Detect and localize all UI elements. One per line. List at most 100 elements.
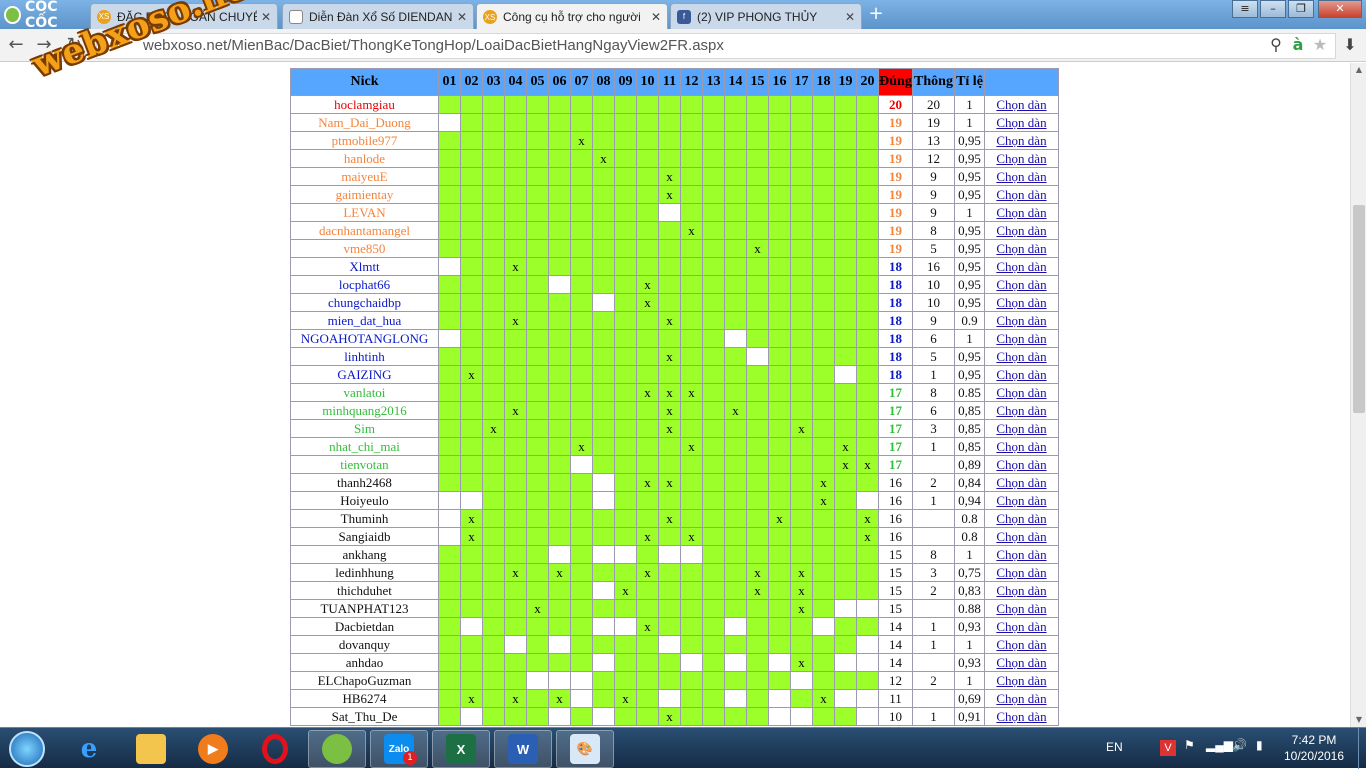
chon-dan-link[interactable]: Chọn dàn [984, 383, 1059, 402]
close-icon[interactable]: ✕ [845, 10, 855, 24]
taskbar-zalo[interactable]: Zalo 1 [370, 730, 428, 768]
chon-dan-link[interactable]: Chọn dàn [984, 599, 1059, 618]
dung-cell: 12 [878, 671, 913, 690]
battery-icon[interactable]: ▮ [1256, 738, 1263, 752]
coccoc-icon [322, 734, 352, 764]
download-icon[interactable]: ⬇ [1340, 33, 1360, 57]
tray-flag-icon[interactable]: ⚑ [1184, 738, 1195, 752]
chon-dan-link[interactable]: Chọn dàn [984, 419, 1059, 438]
chon-dan-link[interactable]: Chọn dàn [984, 95, 1059, 114]
chon-dan-link[interactable]: Chọn dàn [984, 653, 1059, 672]
page-scrollbar[interactable]: ▲ ▼ [1350, 63, 1366, 727]
day-cell [768, 185, 791, 204]
tab-dien-dan[interactable]: Diễn Đàn Xổ Số DIENDAN ✕ [282, 3, 474, 29]
day-cell [592, 347, 615, 366]
day-cell [592, 635, 615, 654]
nick-cell: LEVAN [290, 203, 439, 222]
taskbar-word[interactable]: W [494, 730, 552, 768]
taskbar-explorer[interactable] [122, 730, 180, 768]
day-cell [504, 473, 527, 492]
day-cell [482, 581, 505, 600]
chon-dan-link[interactable]: Chọn dàn [984, 707, 1059, 726]
tab-cong-cu[interactable]: XS Công cụ hỗ trợ cho người ✕ [476, 3, 668, 30]
taskbar-media[interactable]: ▶ [184, 730, 242, 768]
maximize-button[interactable]: ❐ [1288, 0, 1314, 18]
nick-cell: ELChapoGuzman [290, 671, 439, 690]
chon-dan-link[interactable]: Chọn dàn [984, 203, 1059, 222]
chon-dan-link[interactable]: Chọn dàn [984, 365, 1059, 384]
chon-dan-link[interactable]: Chọn dàn [984, 491, 1059, 510]
zoom-search-icon[interactable]: ⚲ [1266, 33, 1286, 57]
taskbar-opera[interactable] [246, 730, 304, 768]
day-cell [526, 257, 549, 276]
day-cell [482, 275, 505, 294]
chon-dan-link[interactable]: Chọn dàn [984, 581, 1059, 600]
header-day: 19 [834, 68, 857, 96]
chon-dan-link[interactable]: Chọn dàn [984, 545, 1059, 564]
close-icon[interactable]: ✕ [261, 10, 271, 24]
day-cell [636, 329, 659, 348]
chon-dan-link[interactable]: Chọn dàn [984, 635, 1059, 654]
chon-dan-link[interactable]: Chọn dàn [984, 437, 1059, 456]
chon-dan-link[interactable]: Chọn dàn [984, 527, 1059, 546]
chon-dan-link[interactable]: Chọn dàn [984, 689, 1059, 708]
day-cell [614, 707, 637, 726]
chon-dan-link[interactable]: Chọn dàn [984, 311, 1059, 330]
chon-dan-link[interactable]: Chọn dàn [984, 671, 1059, 690]
table-row: locphat66 x 18 10 0,95 Chọn dàn [290, 275, 1059, 294]
settings-button[interactable]: ≡ [1232, 0, 1258, 18]
chon-dan-link[interactable]: Chọn dàn [984, 329, 1059, 348]
network-icon[interactable]: ▂▄▆ [1206, 738, 1233, 752]
chon-dan-link[interactable]: Chọn dàn [984, 113, 1059, 132]
chon-dan-link[interactable]: Chọn dàn [984, 167, 1059, 186]
chon-dan-link[interactable]: Chọn dàn [984, 131, 1059, 150]
tab-vip-phong-thuy[interactable]: f (2) VIP PHONG THỦY ✕ [670, 3, 862, 29]
chon-dan-link[interactable]: Chọn dàn [984, 401, 1059, 420]
show-desktop-button[interactable] [1358, 728, 1366, 769]
coccoc-dictionary-icon[interactable]: à [1288, 33, 1308, 57]
chon-dan-link[interactable]: Chọn dàn [984, 617, 1059, 636]
table-row: Nam_Dai_Duong 19 19 1 Chọn dàn [290, 113, 1059, 132]
taskbar-excel[interactable]: X [432, 730, 490, 768]
chon-dan-link[interactable]: Chọn dàn [984, 293, 1059, 312]
day-cell [834, 293, 857, 312]
chon-dan-link[interactable]: Chọn dàn [984, 149, 1059, 168]
bookmark-star-icon[interactable]: ★ [1310, 33, 1330, 57]
start-button[interactable] [2, 729, 52, 769]
scroll-down-icon[interactable]: ▼ [1351, 713, 1366, 727]
clock-date[interactable]: 10/20/2016 [1276, 749, 1352, 763]
chon-dan-link[interactable]: Chọn dàn [984, 347, 1059, 366]
new-tab-button[interactable]: + [866, 5, 886, 25]
chon-dan-link[interactable]: Chọn dàn [984, 275, 1059, 294]
close-window-button[interactable]: ✕ [1318, 0, 1362, 18]
day-cell [570, 275, 593, 294]
chon-dan-link[interactable]: Chọn dàn [984, 185, 1059, 204]
scrollbar-thumb[interactable] [1353, 205, 1365, 413]
chon-dan-link[interactable]: Chọn dàn [984, 563, 1059, 582]
chon-dan-link[interactable]: Chọn dàn [984, 257, 1059, 276]
taskbar-ie[interactable]: e [60, 730, 118, 768]
day-cell [438, 401, 461, 420]
dung-cell: 17 [878, 437, 913, 456]
chon-dan-link[interactable]: Chọn dàn [984, 473, 1059, 492]
close-icon[interactable]: ✕ [651, 10, 661, 24]
day-cell [438, 419, 461, 438]
chon-dan-link[interactable]: Chọn dàn [984, 239, 1059, 258]
volume-icon[interactable]: 🔊 [1232, 738, 1247, 752]
scroll-up-icon[interactable]: ▲ [1351, 63, 1366, 77]
taskbar-coccoc[interactable] [308, 730, 366, 768]
day-cell [834, 167, 857, 186]
chon-dan-link[interactable]: Chọn dàn [984, 455, 1059, 474]
language-indicator[interactable]: EN [1106, 740, 1123, 754]
day-cell [680, 491, 703, 510]
taskbar-paint[interactable]: 🎨 [556, 730, 614, 768]
close-icon[interactable]: ✕ [457, 10, 467, 24]
miss-cell: x [636, 527, 659, 546]
minimize-button[interactable]: – [1260, 0, 1286, 18]
chon-dan-link[interactable]: Chọn dàn [984, 509, 1059, 528]
clock-time[interactable]: 7:42 PM [1284, 733, 1344, 747]
vietkey-icon[interactable]: V [1160, 740, 1176, 756]
address-bar[interactable]: webxoso.net/MienBac/DacBiet/ThongKeTongH… [96, 33, 1336, 59]
chon-dan-link[interactable]: Chọn dàn [984, 221, 1059, 240]
thong-cell [912, 527, 955, 546]
